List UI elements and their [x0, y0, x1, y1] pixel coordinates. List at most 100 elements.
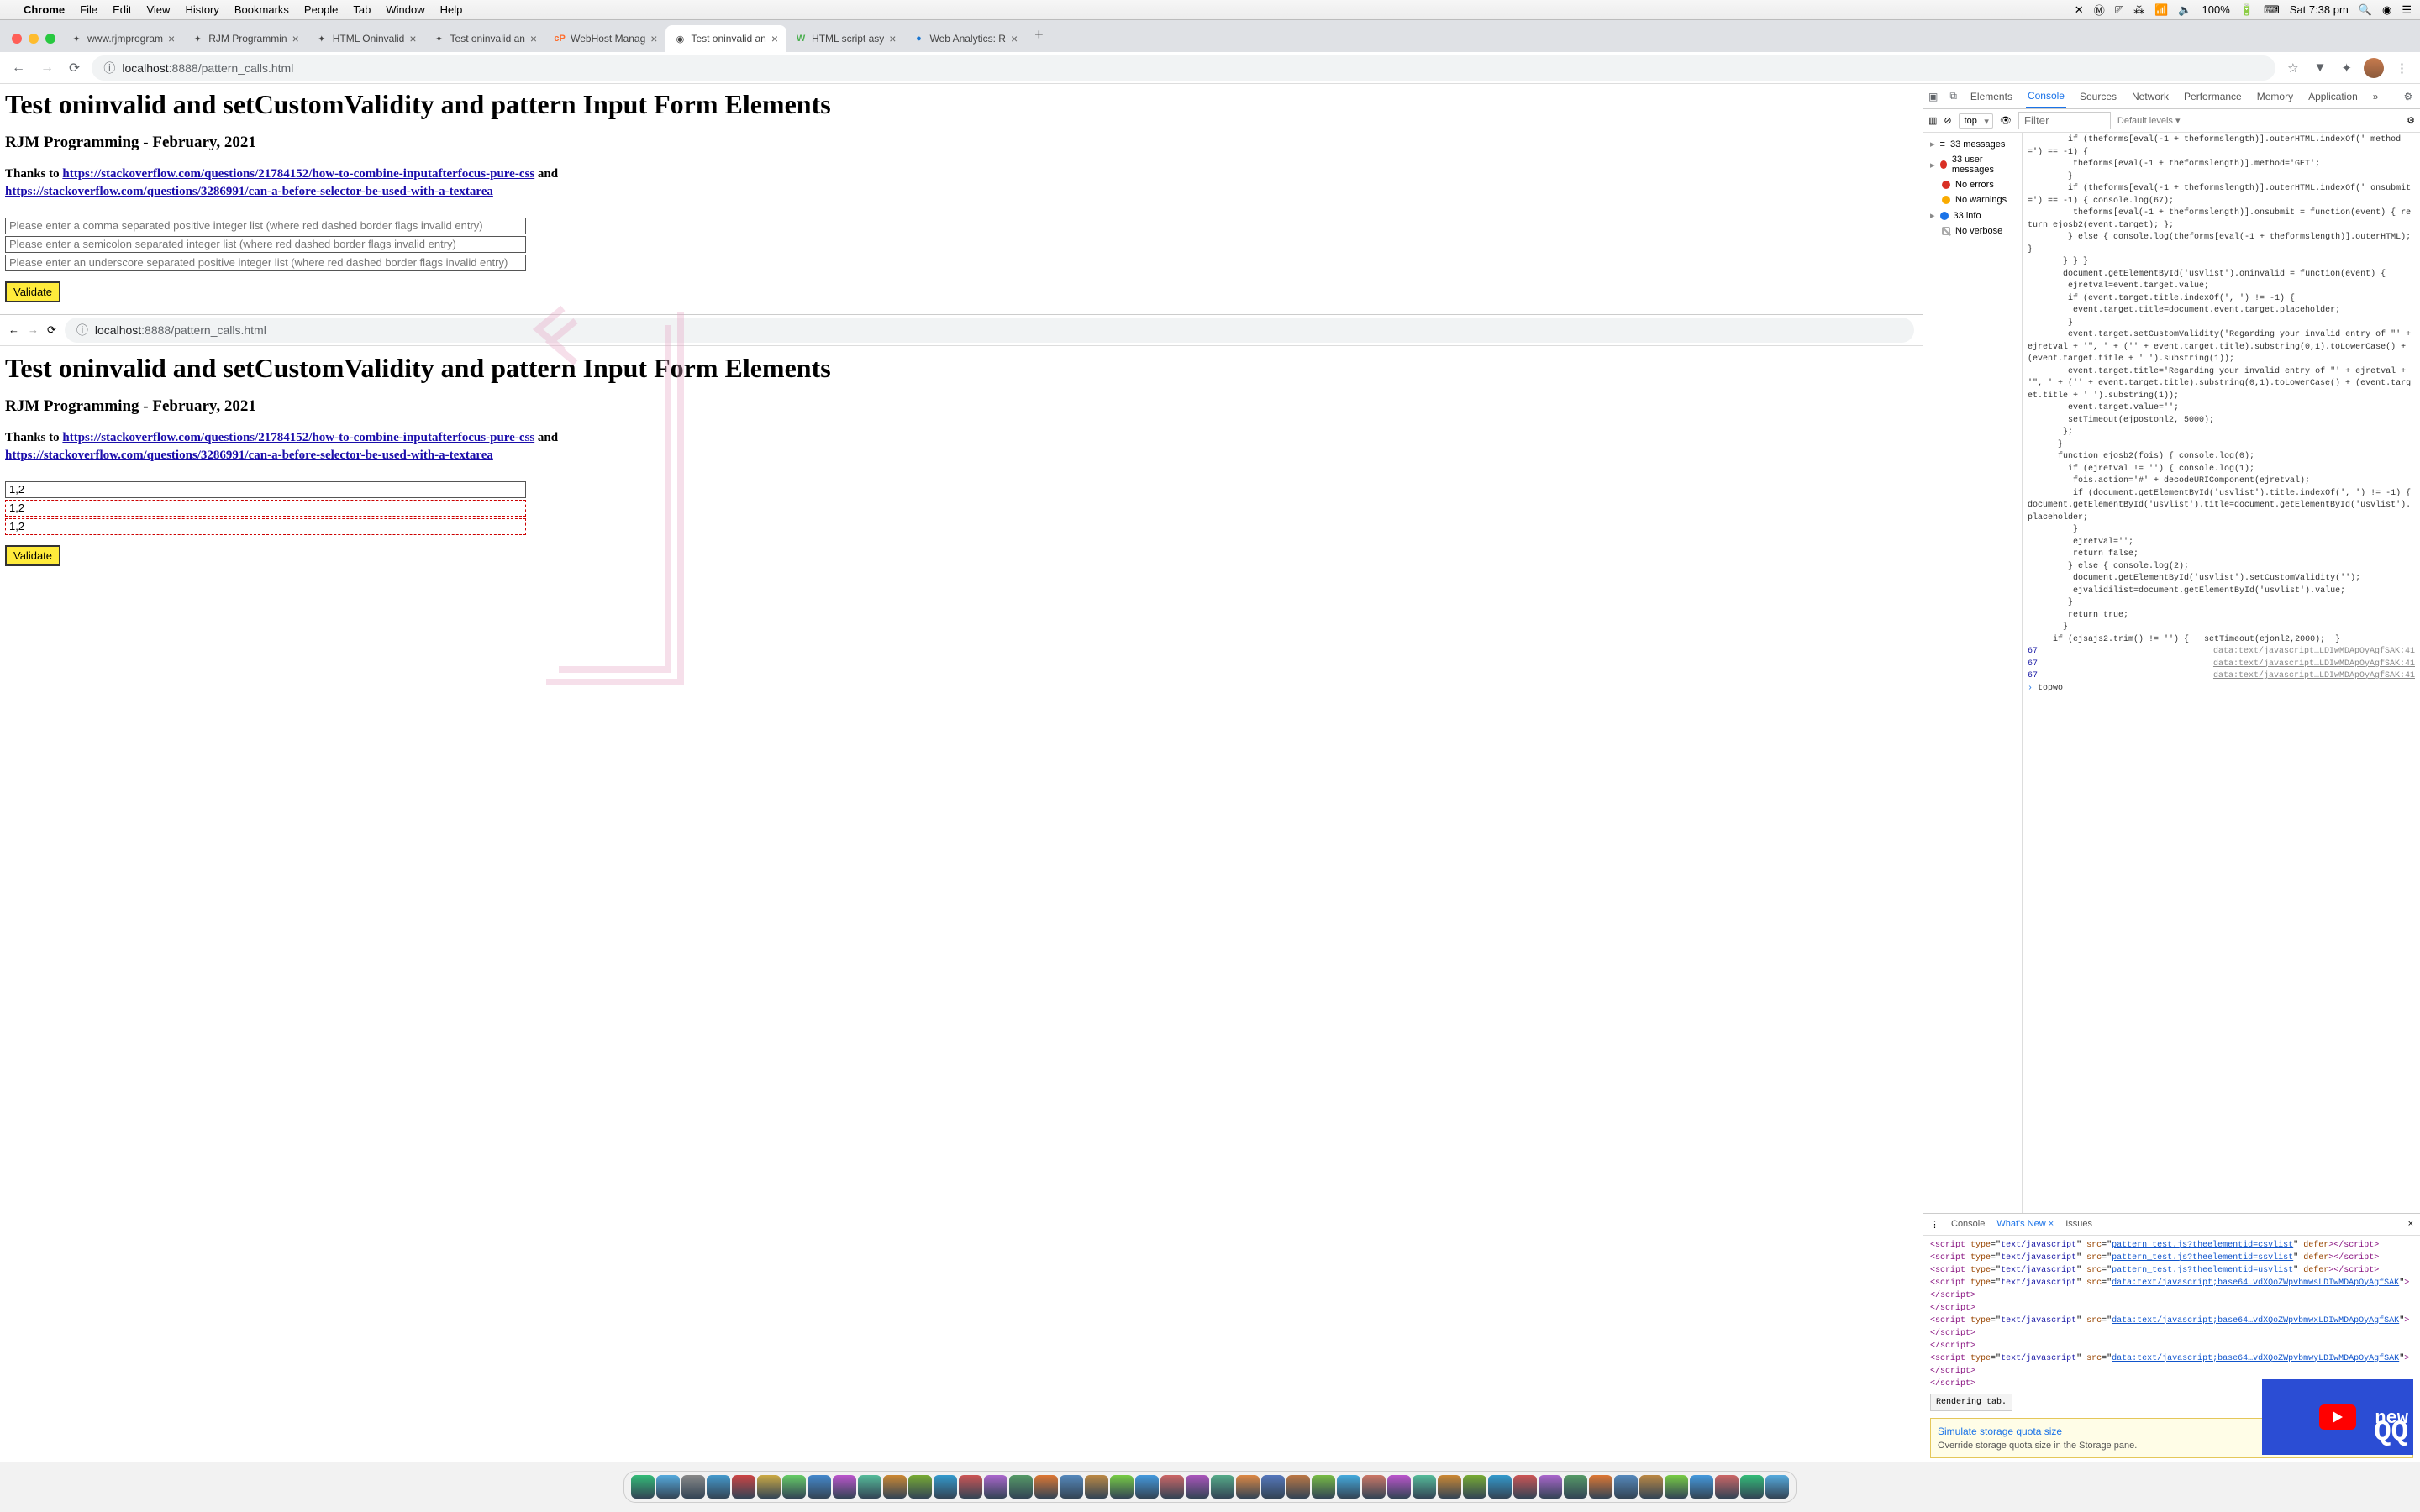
dock-app[interactable] — [1034, 1475, 1058, 1499]
close-tab-icon[interactable]: × — [889, 32, 896, 45]
extensions-icon[interactable]: ✦ — [2338, 57, 2355, 79]
dt-tab-elements[interactable]: Elements — [1969, 86, 2014, 108]
menu-people[interactable]: People — [304, 3, 338, 16]
dock-app[interactable] — [1564, 1475, 1587, 1499]
sidebar-warnings[interactable]: No warnings — [1923, 192, 2022, 207]
drawer-body[interactable]: new QQ <script type="text/javascript" sr… — [1923, 1236, 2420, 1462]
sidebar-toggle-icon[interactable]: ▥ — [1928, 115, 1937, 126]
rendering-tab-chip[interactable]: Rendering tab. — [1930, 1394, 2012, 1411]
inspect-icon[interactable]: ▣ — [1928, 91, 1938, 102]
dock-app[interactable] — [1009, 1475, 1033, 1499]
dt-tab-network[interactable]: Network — [2130, 86, 2170, 108]
dock-app[interactable] — [1513, 1475, 1537, 1499]
link-2b[interactable]: https://stackoverflow.com/questions/3286… — [5, 449, 493, 462]
drawer-menu-icon[interactable]: ⋮ — [1930, 1219, 1939, 1230]
dock-app[interactable] — [1387, 1475, 1411, 1499]
dock-app[interactable] — [1539, 1475, 1562, 1499]
site-info-icon[interactable]: ⓘ — [103, 60, 115, 76]
dt-tab-console[interactable]: Console — [2026, 85, 2066, 108]
menu-edit[interactable]: Edit — [113, 3, 131, 16]
sidebar-user[interactable]: ▸33 user messages — [1923, 152, 2022, 177]
back-button[interactable]: ← — [8, 323, 19, 336]
site-info-icon[interactable]: ⓘ — [76, 322, 88, 339]
device-toggle-icon[interactable]: ⧉ — [1949, 90, 1957, 102]
tab-1[interactable]: ✦www.rjmprogram× — [62, 25, 183, 52]
menu-icon[interactable]: ⋮ — [2392, 57, 2412, 79]
dock-app[interactable] — [1463, 1475, 1486, 1499]
tab-5[interactable]: cPWebHost Manag× — [545, 25, 666, 52]
tab-2[interactable]: ✦RJM Programmin× — [183, 25, 308, 52]
console-output[interactable]: if (theforms[eval(-1 + theformslength)].… — [2023, 133, 2420, 1213]
dock-app[interactable] — [1639, 1475, 1663, 1499]
menu-tab[interactable]: Tab — [353, 3, 371, 16]
menu-window[interactable]: Window — [386, 3, 424, 16]
dock-app[interactable] — [1286, 1475, 1310, 1499]
dock-app[interactable] — [1312, 1475, 1335, 1499]
dt-tab-application[interactable]: Application — [2307, 86, 2360, 108]
dock-app[interactable] — [1362, 1475, 1386, 1499]
menu-view[interactable]: View — [146, 3, 170, 16]
close-tab-icon[interactable]: × — [168, 32, 175, 45]
close-window-button[interactable] — [12, 34, 22, 44]
youtube-preview[interactable]: new QQ — [2262, 1379, 2413, 1455]
siri-icon[interactable]: ◉ — [2382, 3, 2391, 17]
ssv-input[interactable] — [5, 236, 526, 253]
dock-app[interactable] — [681, 1475, 705, 1499]
spotlight-icon[interactable]: 🔍 — [2359, 3, 2372, 17]
status-icon[interactable]: Ⓜ — [2094, 2, 2105, 18]
dock-app[interactable] — [631, 1475, 655, 1499]
filter-input[interactable] — [2018, 112, 2111, 129]
tab-4[interactable]: ✦Test oninvalid an× — [425, 25, 546, 52]
link-1b[interactable]: https://stackoverflow.com/questions/2178… — [62, 431, 534, 444]
dock-app[interactable] — [1765, 1475, 1789, 1499]
dock-app[interactable] — [1740, 1475, 1764, 1499]
dock-app[interactable] — [934, 1475, 957, 1499]
dock-app[interactable] — [883, 1475, 907, 1499]
address-bar[interactable]: ⓘ localhost:8888/pattern_calls.html — [92, 55, 2275, 81]
ssv-input-2[interactable] — [5, 500, 526, 517]
dock-app[interactable] — [782, 1475, 806, 1499]
usv-input[interactable] — [5, 255, 526, 271]
dock-app[interactable] — [1186, 1475, 1209, 1499]
dock-app[interactable] — [757, 1475, 781, 1499]
menubar-app[interactable]: Chrome — [24, 3, 65, 16]
validate-button-2[interactable]: Validate — [5, 545, 60, 566]
dock-app[interactable] — [1715, 1475, 1739, 1499]
dock-app[interactable] — [1337, 1475, 1360, 1499]
console-settings-icon[interactable]: ⚙ — [2407, 115, 2415, 126]
log-levels[interactable]: Default levels ▾ — [2118, 115, 2181, 126]
drawer-tab-whatsnew[interactable]: What's New × — [1996, 1219, 2054, 1229]
menu-history[interactable]: History — [185, 3, 218, 16]
link-2[interactable]: https://stackoverflow.com/questions/3286… — [5, 185, 493, 198]
tab-3[interactable]: ✦HTML Oninvalid× — [308, 25, 425, 52]
bookmark-icon[interactable]: ☆ — [2284, 57, 2302, 79]
tab-6-active[interactable]: ◉Test oninvalid an× — [666, 25, 786, 52]
menu-help[interactable]: Help — [440, 3, 463, 16]
drawer-tab-issues[interactable]: Issues — [2065, 1219, 2092, 1229]
dock-app[interactable] — [984, 1475, 1007, 1499]
forward-button[interactable]: → — [37, 57, 57, 79]
dock-app[interactable] — [1690, 1475, 1713, 1499]
reload-button[interactable]: ⟳ — [66, 56, 83, 80]
status-icon[interactable]: ✕ — [2075, 3, 2084, 17]
volume-icon[interactable]: 🔈 — [2178, 3, 2191, 17]
close-drawer-icon[interactable]: × — [2408, 1219, 2413, 1229]
maximize-window-button[interactable] — [45, 34, 55, 44]
close-tab-icon[interactable]: × — [771, 32, 778, 45]
settings-icon[interactable]: ⚙ — [2403, 91, 2412, 102]
dt-tab-sources[interactable]: Sources — [2078, 86, 2118, 108]
sidebar-info[interactable]: ▸33 info — [1923, 207, 2022, 223]
close-tab-icon[interactable]: × — [530, 32, 537, 45]
dock-app[interactable] — [1135, 1475, 1159, 1499]
sidebar-errors[interactable]: No errors — [1923, 177, 2022, 192]
battery-icon[interactable]: 🔋 — [2240, 3, 2254, 17]
close-tab-icon[interactable]: × — [1011, 32, 1018, 45]
bluetooth-icon[interactable]: ⁂ — [2133, 3, 2144, 17]
context-select[interactable]: top — [1959, 113, 1993, 129]
sidebar-verbose[interactable]: No verbose — [1923, 223, 2022, 239]
dock-app[interactable] — [1160, 1475, 1184, 1499]
dt-tab-more[interactable]: » — [2371, 86, 2381, 108]
dock-app[interactable] — [707, 1475, 730, 1499]
dock-app[interactable] — [808, 1475, 831, 1499]
drawer-tab-console[interactable]: Console — [1951, 1219, 1985, 1229]
